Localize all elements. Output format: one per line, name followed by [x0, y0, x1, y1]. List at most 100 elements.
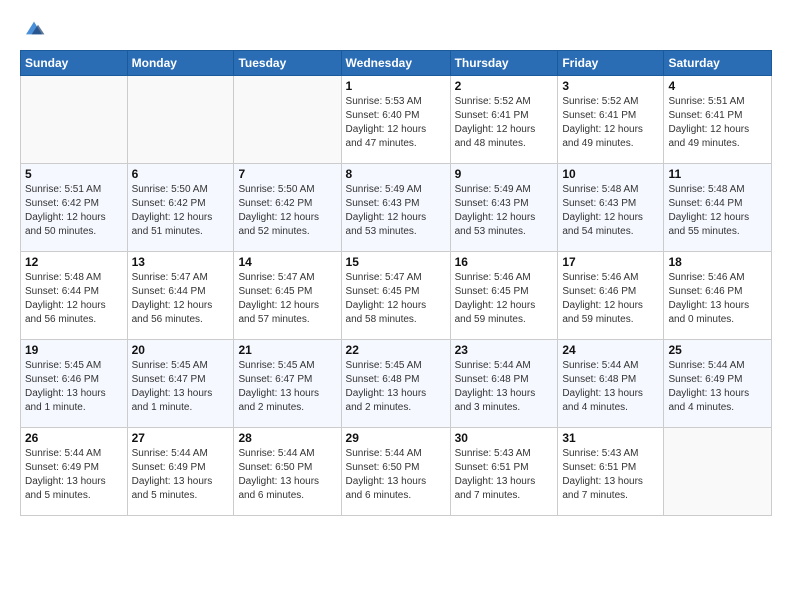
day-info: Sunrise: 5:46 AM Sunset: 6:46 PM Dayligh… [562, 271, 659, 327]
day-number: 13 [132, 255, 230, 269]
calendar-cell [21, 76, 128, 164]
calendar-cell: 27 Sunrise: 5:44 AM Sunset: 6:49 PM Dayli… [127, 428, 234, 516]
day-number: 27 [132, 431, 230, 445]
day-number: 16 [455, 255, 554, 269]
day-info: Sunrise: 5:44 AM Sunset: 6:49 PM Dayligh… [132, 447, 230, 503]
calendar-cell: 20 Sunrise: 5:45 AM Sunset: 6:47 PM Dayli… [127, 340, 234, 428]
day-info: Sunrise: 5:47 AM Sunset: 6:44 PM Dayligh… [132, 271, 230, 327]
day-info: Sunrise: 5:46 AM Sunset: 6:45 PM Dayligh… [455, 271, 554, 327]
week-row-5: 26 Sunrise: 5:44 AM Sunset: 6:49 PM Dayli… [21, 428, 772, 516]
week-row-3: 12 Sunrise: 5:48 AM Sunset: 6:44 PM Dayli… [21, 252, 772, 340]
calendar-cell: 2 Sunrise: 5:52 AM Sunset: 6:41 PM Daylig… [450, 76, 558, 164]
day-info: Sunrise: 5:44 AM Sunset: 6:49 PM Dayligh… [25, 447, 123, 503]
day-number: 11 [668, 167, 767, 181]
day-info: Sunrise: 5:52 AM Sunset: 6:41 PM Dayligh… [455, 95, 554, 151]
calendar-cell: 16 Sunrise: 5:46 AM Sunset: 6:45 PM Dayli… [450, 252, 558, 340]
days-of-week-row: SundayMondayTuesdayWednesdayThursdayFrid… [21, 51, 772, 76]
calendar-cell: 29 Sunrise: 5:44 AM Sunset: 6:50 PM Dayli… [341, 428, 450, 516]
calendar-cell: 10Sunrise: 5:48 AM Sunset: 6:43 PM Dayli… [558, 164, 664, 252]
calendar-cell [127, 76, 234, 164]
day-info: Sunrise: 5:48 AM Sunset: 6:44 PM Dayligh… [25, 271, 123, 327]
day-number: 21 [238, 343, 336, 357]
day-number: 19 [25, 343, 123, 357]
day-info: Sunrise: 5:44 AM Sunset: 6:48 PM Dayligh… [455, 359, 554, 415]
day-header-tuesday: Tuesday [234, 51, 341, 76]
calendar-cell: 15 Sunrise: 5:47 AM Sunset: 6:45 PM Dayli… [341, 252, 450, 340]
day-number: 12 [25, 255, 123, 269]
day-number: 26 [25, 431, 123, 445]
day-number: 7 [238, 167, 336, 181]
day-number: 25 [668, 343, 767, 357]
calendar-cell: 30 Sunrise: 5:43 AM Sunset: 6:51 PM Dayli… [450, 428, 558, 516]
calendar-cell: 3Sunrise: 5:52 AM Sunset: 6:41 PM Daylig… [558, 76, 664, 164]
day-number: 31 [562, 431, 659, 445]
header [20, 16, 772, 40]
day-number: 6 [132, 167, 230, 181]
day-info: Sunrise: 5:45 AM Sunset: 6:47 PM Dayligh… [132, 359, 230, 415]
day-number: 8 [346, 167, 446, 181]
day-info: Sunrise: 5:44 AM Sunset: 6:50 PM Dayligh… [238, 447, 336, 503]
calendar-cell: 13 Sunrise: 5:47 AM Sunset: 6:44 PM Dayli… [127, 252, 234, 340]
calendar-cell: 1Sunrise: 5:53 AM Sunset: 6:40 PM Daylig… [341, 76, 450, 164]
day-info: Sunrise: 5:51 AM Sunset: 6:42 PM Dayligh… [25, 183, 123, 239]
day-header-saturday: Saturday [664, 51, 772, 76]
day-info: Sunrise: 5:50 AM Sunset: 6:42 PM Dayligh… [132, 183, 230, 239]
day-header-wednesday: Wednesday [341, 51, 450, 76]
calendar-cell [234, 76, 341, 164]
day-info: Sunrise: 5:48 AM Sunset: 6:44 PM Dayligh… [668, 183, 767, 239]
day-number: 15 [346, 255, 446, 269]
calendar-header: SundayMondayTuesdayWednesdayThursdayFrid… [21, 51, 772, 76]
calendar-cell: 25 Sunrise: 5:44 AM Sunset: 6:49 PM Dayli… [664, 340, 772, 428]
day-number: 17 [562, 255, 659, 269]
week-row-4: 19 Sunrise: 5:45 AM Sunset: 6:46 PM Dayli… [21, 340, 772, 428]
calendar-cell: 18Sunrise: 5:46 AM Sunset: 6:46 PM Dayli… [664, 252, 772, 340]
day-info: Sunrise: 5:43 AM Sunset: 6:51 PM Dayligh… [562, 447, 659, 503]
week-row-2: 5 Sunrise: 5:51 AM Sunset: 6:42 PM Daylig… [21, 164, 772, 252]
day-info: Sunrise: 5:43 AM Sunset: 6:51 PM Dayligh… [455, 447, 554, 503]
day-info: Sunrise: 5:50 AM Sunset: 6:42 PM Dayligh… [238, 183, 336, 239]
day-info: Sunrise: 5:45 AM Sunset: 6:48 PM Dayligh… [346, 359, 446, 415]
day-header-monday: Monday [127, 51, 234, 76]
calendar-cell: 7 Sunrise: 5:50 AM Sunset: 6:42 PM Daylig… [234, 164, 341, 252]
day-number: 5 [25, 167, 123, 181]
week-row-1: 1Sunrise: 5:53 AM Sunset: 6:40 PM Daylig… [21, 76, 772, 164]
day-number: 29 [346, 431, 446, 445]
day-number: 18 [668, 255, 767, 269]
page: SundayMondayTuesdayWednesdayThursdayFrid… [0, 0, 792, 612]
calendar-cell: 8Sunrise: 5:49 AM Sunset: 6:43 PM Daylig… [341, 164, 450, 252]
day-info: Sunrise: 5:44 AM Sunset: 6:50 PM Dayligh… [346, 447, 446, 503]
day-number: 30 [455, 431, 554, 445]
day-info: Sunrise: 5:45 AM Sunset: 6:46 PM Dayligh… [25, 359, 123, 415]
day-number: 20 [132, 343, 230, 357]
calendar-cell: 9Sunrise: 5:49 AM Sunset: 6:43 PM Daylig… [450, 164, 558, 252]
calendar-cell: 31 Sunrise: 5:43 AM Sunset: 6:51 PM Dayli… [558, 428, 664, 516]
day-header-friday: Friday [558, 51, 664, 76]
day-number: 22 [346, 343, 446, 357]
day-number: 28 [238, 431, 336, 445]
calendar-cell: 12 Sunrise: 5:48 AM Sunset: 6:44 PM Dayli… [21, 252, 128, 340]
calendar-cell: 17 Sunrise: 5:46 AM Sunset: 6:46 PM Dayli… [558, 252, 664, 340]
day-info: Sunrise: 5:53 AM Sunset: 6:40 PM Dayligh… [346, 95, 446, 151]
calendar-cell: 19 Sunrise: 5:45 AM Sunset: 6:46 PM Dayli… [21, 340, 128, 428]
day-number: 24 [562, 343, 659, 357]
calendar-cell: 11 Sunrise: 5:48 AM Sunset: 6:44 PM Dayli… [664, 164, 772, 252]
calendar-body: 1Sunrise: 5:53 AM Sunset: 6:40 PM Daylig… [21, 76, 772, 516]
day-info: Sunrise: 5:47 AM Sunset: 6:45 PM Dayligh… [346, 271, 446, 327]
logo [20, 16, 46, 40]
day-info: Sunrise: 5:52 AM Sunset: 6:41 PM Dayligh… [562, 95, 659, 151]
day-info: Sunrise: 5:47 AM Sunset: 6:45 PM Dayligh… [238, 271, 336, 327]
day-info: Sunrise: 5:45 AM Sunset: 6:47 PM Dayligh… [238, 359, 336, 415]
day-header-sunday: Sunday [21, 51, 128, 76]
calendar-cell: 28 Sunrise: 5:44 AM Sunset: 6:50 PM Dayli… [234, 428, 341, 516]
day-number: 2 [455, 79, 554, 93]
day-number: 23 [455, 343, 554, 357]
day-info: Sunrise: 5:49 AM Sunset: 6:43 PM Dayligh… [455, 183, 554, 239]
calendar-cell: 5 Sunrise: 5:51 AM Sunset: 6:42 PM Daylig… [21, 164, 128, 252]
calendar-cell: 14 Sunrise: 5:47 AM Sunset: 6:45 PM Dayli… [234, 252, 341, 340]
calendar-cell: 21 Sunrise: 5:45 AM Sunset: 6:47 PM Dayli… [234, 340, 341, 428]
day-info: Sunrise: 5:44 AM Sunset: 6:49 PM Dayligh… [668, 359, 767, 415]
calendar-cell: 4 Sunrise: 5:51 AM Sunset: 6:41 PM Daylig… [664, 76, 772, 164]
day-number: 14 [238, 255, 336, 269]
day-number: 4 [668, 79, 767, 93]
day-info: Sunrise: 5:51 AM Sunset: 6:41 PM Dayligh… [668, 95, 767, 151]
